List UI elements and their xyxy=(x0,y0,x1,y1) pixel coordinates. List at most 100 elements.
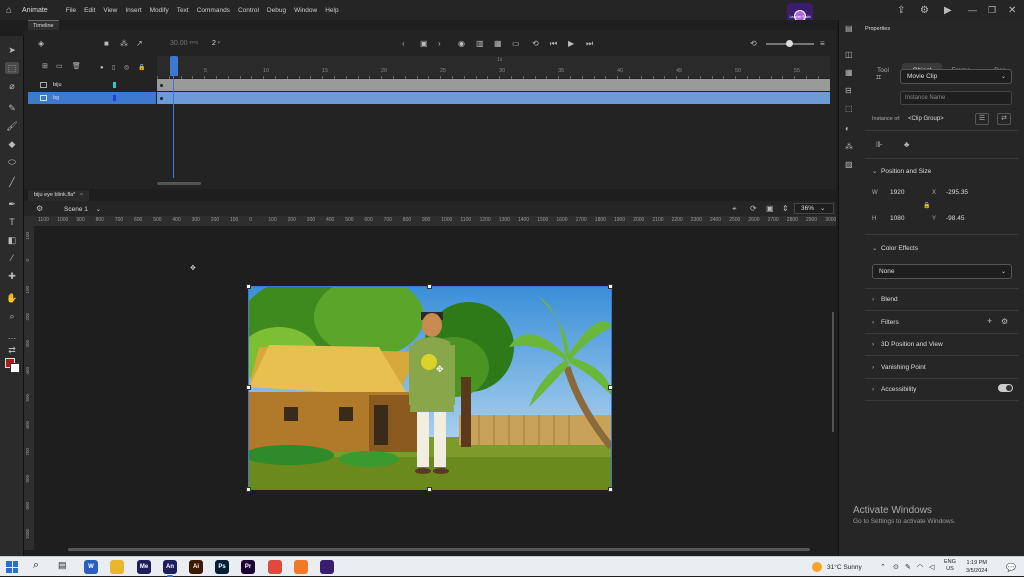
menu-item-file[interactable]: File xyxy=(66,7,76,14)
color-panel-icon[interactable]: ◐ xyxy=(845,124,850,134)
fill-color-swatch[interactable] xyxy=(10,363,20,373)
tray-pen-icon[interactable]: ✎ xyxy=(905,557,911,577)
x-value[interactable]: -295.35 xyxy=(946,189,968,196)
section-blend[interactable]: › Blend xyxy=(872,296,898,303)
tab-document[interactable]: biju eye blink.fla* × xyxy=(28,190,90,201)
swap-colors-icon[interactable]: ⇄ xyxy=(5,344,19,356)
motion-presets-icon[interactable]: ⁂ xyxy=(845,142,853,152)
transform-handle[interactable] xyxy=(246,487,251,492)
search-icon[interactable]: ⌕ xyxy=(33,559,39,572)
illustrator-icon[interactable]: Ai xyxy=(189,560,203,574)
transform-handle[interactable] xyxy=(427,284,432,289)
more-tools-icon[interactable]: … xyxy=(5,330,19,342)
insert-keyframe-icon[interactable]: ▣ xyxy=(420,39,428,49)
bone-tool-icon[interactable]: ✚ xyxy=(5,270,19,282)
share-icon[interactable]: ⇪ xyxy=(897,0,905,20)
close-tab-icon[interactable]: × xyxy=(80,192,83,198)
timeline-hscroll[interactable] xyxy=(157,182,201,185)
media-encoder-icon[interactable]: Me xyxy=(137,560,151,574)
onion-skin-icon[interactable]: ◉ xyxy=(458,39,465,49)
eraser-tool-icon[interactable]: ◆ xyxy=(5,138,19,150)
next-keyframe-icon[interactable]: › xyxy=(438,39,441,49)
y-value[interactable]: -98.45 xyxy=(946,215,964,222)
menu-item-view[interactable]: View xyxy=(103,7,117,14)
last-frame-icon[interactable]: ⏭ xyxy=(586,39,593,49)
wifi-icon[interactable]: ◠ xyxy=(917,557,923,577)
line-tool-icon[interactable]: ╱ xyxy=(5,176,19,188)
menu-item-insert[interactable]: Insert xyxy=(125,7,141,14)
start-icon[interactable] xyxy=(6,561,18,573)
frame-size-slider-thumb[interactable] xyxy=(786,40,793,47)
menu-item-debug[interactable]: Debug xyxy=(267,7,286,14)
transform-handle[interactable] xyxy=(608,385,613,390)
word-icon[interactable]: W xyxy=(84,560,98,574)
clock[interactable]: 1:19 PM 3/5/2024 xyxy=(966,559,987,575)
clip-stage-icon[interactable]: ▣ xyxy=(766,204,774,214)
properties-panel-icon[interactable]: ▤ xyxy=(845,24,853,34)
loop-icon[interactable]: ⟲ xyxy=(532,39,539,49)
play-icon[interactable]: ▶ xyxy=(568,39,574,49)
track-bg[interactable] xyxy=(157,92,830,104)
transform-handle[interactable] xyxy=(608,487,613,492)
close-icon[interactable]: ✕ xyxy=(1008,0,1016,20)
language-indicator[interactable]: ENG US xyxy=(944,559,956,573)
add-filter-icon[interactable]: + xyxy=(987,316,992,326)
transform-handle[interactable] xyxy=(246,385,251,390)
fps-display[interactable]: 30.00 FPS xyxy=(170,40,198,47)
height-value[interactable]: 1080 xyxy=(890,215,904,222)
edit-multiple-frames-icon[interactable]: ▦ xyxy=(494,39,502,49)
delete-layer-icon[interactable]: 🗑 xyxy=(72,62,81,72)
center-frame-icon[interactable]: ⟲ xyxy=(750,39,757,49)
onion-outline-icon[interactable]: ▥ xyxy=(476,39,484,49)
show-all-icon[interactable]: ● xyxy=(100,63,104,73)
home-icon[interactable]: ⌂ xyxy=(0,0,18,20)
library-panel-icon[interactable]: ◫ xyxy=(845,50,853,60)
layer-biju[interactable]: biju xyxy=(28,79,156,91)
weather-icon[interactable] xyxy=(812,562,822,572)
camera-icon[interactable]: ■ xyxy=(104,39,109,49)
pen-tool-icon[interactable]: ✒ xyxy=(5,198,19,210)
visibility-icon[interactable]: ◎ xyxy=(124,63,129,73)
menu-item-commands[interactable]: Commands xyxy=(197,7,230,14)
fit-stage-icon[interactable]: ⇕ xyxy=(782,204,789,214)
settings-icon[interactable]: ⚙ xyxy=(920,0,929,20)
keyframe[interactable] xyxy=(160,97,163,100)
width-value[interactable]: 1920 xyxy=(890,189,904,196)
rotate-stage-icon[interactable]: ⟳ xyxy=(750,204,757,214)
eyedropper-tool-icon[interactable]: ⁄ xyxy=(5,252,19,264)
oval-tool-icon[interactable]: ⬭ xyxy=(5,156,19,168)
accessibility-toggle[interactable] xyxy=(998,384,1013,392)
track-biju[interactable] xyxy=(157,79,830,91)
menu-item-window[interactable]: Window xyxy=(294,7,317,14)
first-frame-icon[interactable]: ⏮ xyxy=(550,39,557,49)
layer-color-swatch[interactable] xyxy=(113,82,116,88)
color-effect-dropdown[interactable]: None ⌄ xyxy=(872,264,1012,279)
prev-keyframe-icon[interactable]: ‹ xyxy=(402,39,405,49)
transform-handle[interactable] xyxy=(427,487,432,492)
section-3d-position[interactable]: › 3D Position and View xyxy=(872,341,943,348)
assets-panel-icon[interactable]: ▦ xyxy=(845,68,853,78)
highlight-icon[interactable]: ▯ xyxy=(112,63,115,73)
stage-vscroll[interactable] xyxy=(832,312,834,432)
tab-timeline[interactable]: Timeline xyxy=(28,20,59,30)
menu-item-control[interactable]: Control xyxy=(238,7,259,14)
menu-item-text[interactable]: Text xyxy=(177,7,189,14)
photoshop-icon[interactable]: Ps xyxy=(215,560,229,574)
menu-item-help[interactable]: Help xyxy=(325,7,338,14)
zoom-dropdown[interactable]: 36% ⌄ xyxy=(794,203,834,214)
align-panel-icon[interactable]: ⊟ xyxy=(845,86,852,96)
animate-icon[interactable]: An xyxy=(163,560,177,577)
tray-app-icon[interactable]: ⊙ xyxy=(893,557,899,577)
swap-symbol-icon[interactable]: ⇄ xyxy=(997,113,1011,125)
lasso-tool-icon[interactable]: ⌀ xyxy=(5,80,19,92)
section-vanishing-point[interactable]: › Vanishing Point xyxy=(872,364,926,371)
frame-ruler[interactable]: 5 10 15 20 25 30 35 40 45 50 55 xyxy=(157,56,830,79)
transform-handle[interactable] xyxy=(246,284,251,289)
playhead[interactable] xyxy=(170,56,178,76)
tab-tool[interactable]: Tool xyxy=(868,63,898,79)
section-position-size[interactable]: ⌄ Position and Size xyxy=(872,167,931,175)
layer-bg[interactable]: bg xyxy=(28,92,156,104)
lock-aspect-icon[interactable]: 🔒 xyxy=(923,201,930,211)
transform-handle[interactable] xyxy=(608,284,613,289)
snap-icon[interactable]: ⌖ xyxy=(732,204,737,214)
